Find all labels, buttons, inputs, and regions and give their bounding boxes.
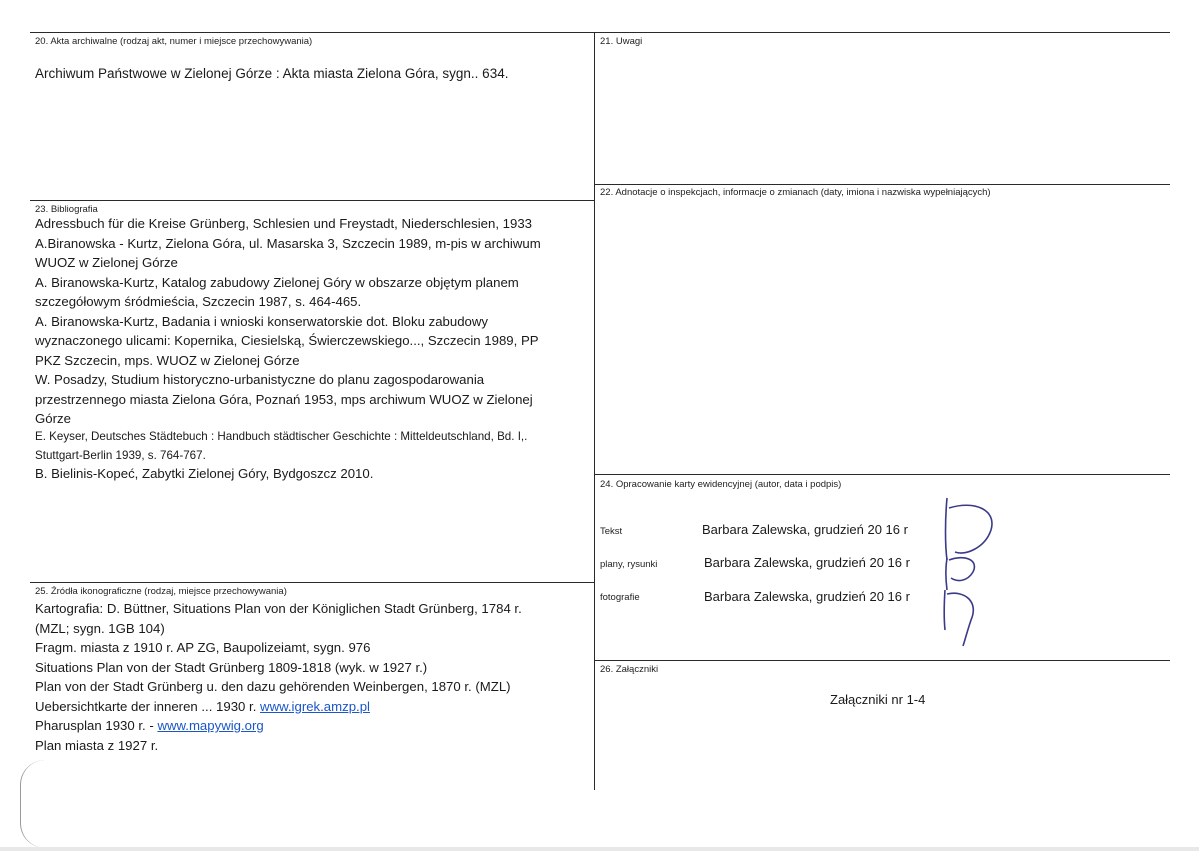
iconography-line: Fragm. miasta z 1910 r. AP ZG, Baupolize…	[35, 640, 371, 655]
row-key-photos: fotografie	[600, 592, 640, 603]
bibliography-line: A. Biranowska-Kurtz, Katalog zabudowy Zi…	[35, 274, 519, 290]
section-20-text: Archiwum Państwowe w Zielonej Górze : Ak…	[35, 66, 509, 81]
iconography-line: Plan miasta z 1927 r.	[35, 737, 159, 753]
bibliography-keyser: E. Keyser, Deutsches Städtebuch : Handbu…	[35, 428, 527, 465]
row-key-text: Tekst	[600, 526, 623, 537]
bibliography-line: Adressbuch für die Kreise Grünberg, Schl…	[35, 216, 532, 231]
iconography-line: Situations Plan von der Stadt Grünberg 1…	[35, 659, 428, 675]
bibliography-line: szczegółowym śródmieścia, Szczecin 1987,…	[35, 294, 362, 309]
bibliography-line: Stuttgart-Berlin 1939, s. 764-767.	[35, 448, 206, 462]
section-26-label: 26. Załączniki	[600, 664, 659, 675]
iconography-line-uebersicht: Uebersichtkarte der inneren ... 1930 r. …	[35, 697, 522, 717]
document-page: 20. Akta archiwalne (rodzaj akt, numer i…	[0, 0, 1199, 851]
attachments-text: Załączniki nr 1-4	[830, 692, 926, 707]
row-key-plans: plany, rysunki	[600, 559, 658, 570]
iconography-text: Pharusplan 1930 r. -	[35, 718, 158, 733]
bibliography-line: Górze	[35, 411, 71, 426]
bibliography-line: WUOZ w Zielonej Górze	[35, 255, 178, 270]
rule-22	[594, 184, 1170, 185]
bibliography-line: przestrzennego miasta Zielona Góra, Pozn…	[35, 391, 533, 407]
bibliography-line: A. Biranowska-Kurtz, Badania i wnioski k…	[35, 313, 488, 329]
bibliography-line: PKZ Szczecin, mps. WUOZ w Zielonej Górze	[35, 352, 300, 368]
iconography-list: Kartografia: D. Büttner, Situations Plan…	[35, 599, 522, 755]
iconography-line: (MZL; sygn. 1GB 104)	[35, 620, 165, 636]
signature-image	[943, 497, 993, 647]
section-20-label: 20. Akta archiwalne (rodzaj akt, numer i…	[35, 36, 313, 47]
scan-margin-arc	[20, 760, 45, 848]
iconography-text: Uebersichtkarte der inneren ... 1930 r.	[35, 698, 261, 714]
iconography-line: Plan von der Stadt Grünberg u. den dazu …	[35, 679, 511, 694]
row-value-photos: Barbara Zalewska, grudzień 20 16 r	[704, 589, 910, 604]
bibliography-line: A.Biranowska - Kurtz, Zielona Góra, ul. …	[35, 235, 541, 251]
section-25-label: 25. Źródła ikonograficzne (rodzaj, miejs…	[35, 586, 287, 597]
bibliography-line: B. Bielinis-Kopeć, Zabytki Zielonej Góry…	[35, 466, 374, 481]
igrek-link[interactable]: www.igrek.amzp.pl	[260, 699, 370, 714]
bibliography-line: E. Keyser, Deutsches Städtebuch : Handbu…	[35, 430, 528, 443]
bibliography-line: W. Posadzy, Studium historyczno-urbanist…	[35, 372, 485, 387]
rule-23	[30, 200, 594, 201]
top-rule	[30, 32, 1170, 33]
row-value-text: Barbara Zalewska, grudzień 20 16 r	[702, 522, 908, 537]
scan-bottom-edge	[0, 847, 1199, 851]
section-24-label: 24. Opracowanie karty ewidencyjnej (auto…	[600, 479, 842, 490]
bibliography-line: wyznaczonego ulicami: Kopernika, Ciesiel…	[35, 333, 539, 348]
iconography-line: Kartografia: D. Büttner, Situations Plan…	[35, 601, 522, 616]
mapywig-link[interactable]: www.mapywig.org	[157, 718, 263, 733]
rule-26	[594, 660, 1170, 661]
iconography-line-pharus: Pharusplan 1930 r. - www.mapywig.org	[35, 716, 522, 736]
bibliography-list: Adressbuch für die Kreise Grünberg, Schl…	[35, 214, 541, 429]
section-22-label: 22. Adnotacje o inspekcjach, informacje …	[600, 187, 991, 198]
rule-25	[30, 582, 594, 583]
row-value-plans: Barbara Zalewska, grudzień 20 16 r	[704, 555, 910, 570]
section-21-label: 21. Uwagi	[600, 36, 643, 47]
rule-24	[594, 474, 1170, 475]
center-divider	[594, 32, 595, 790]
